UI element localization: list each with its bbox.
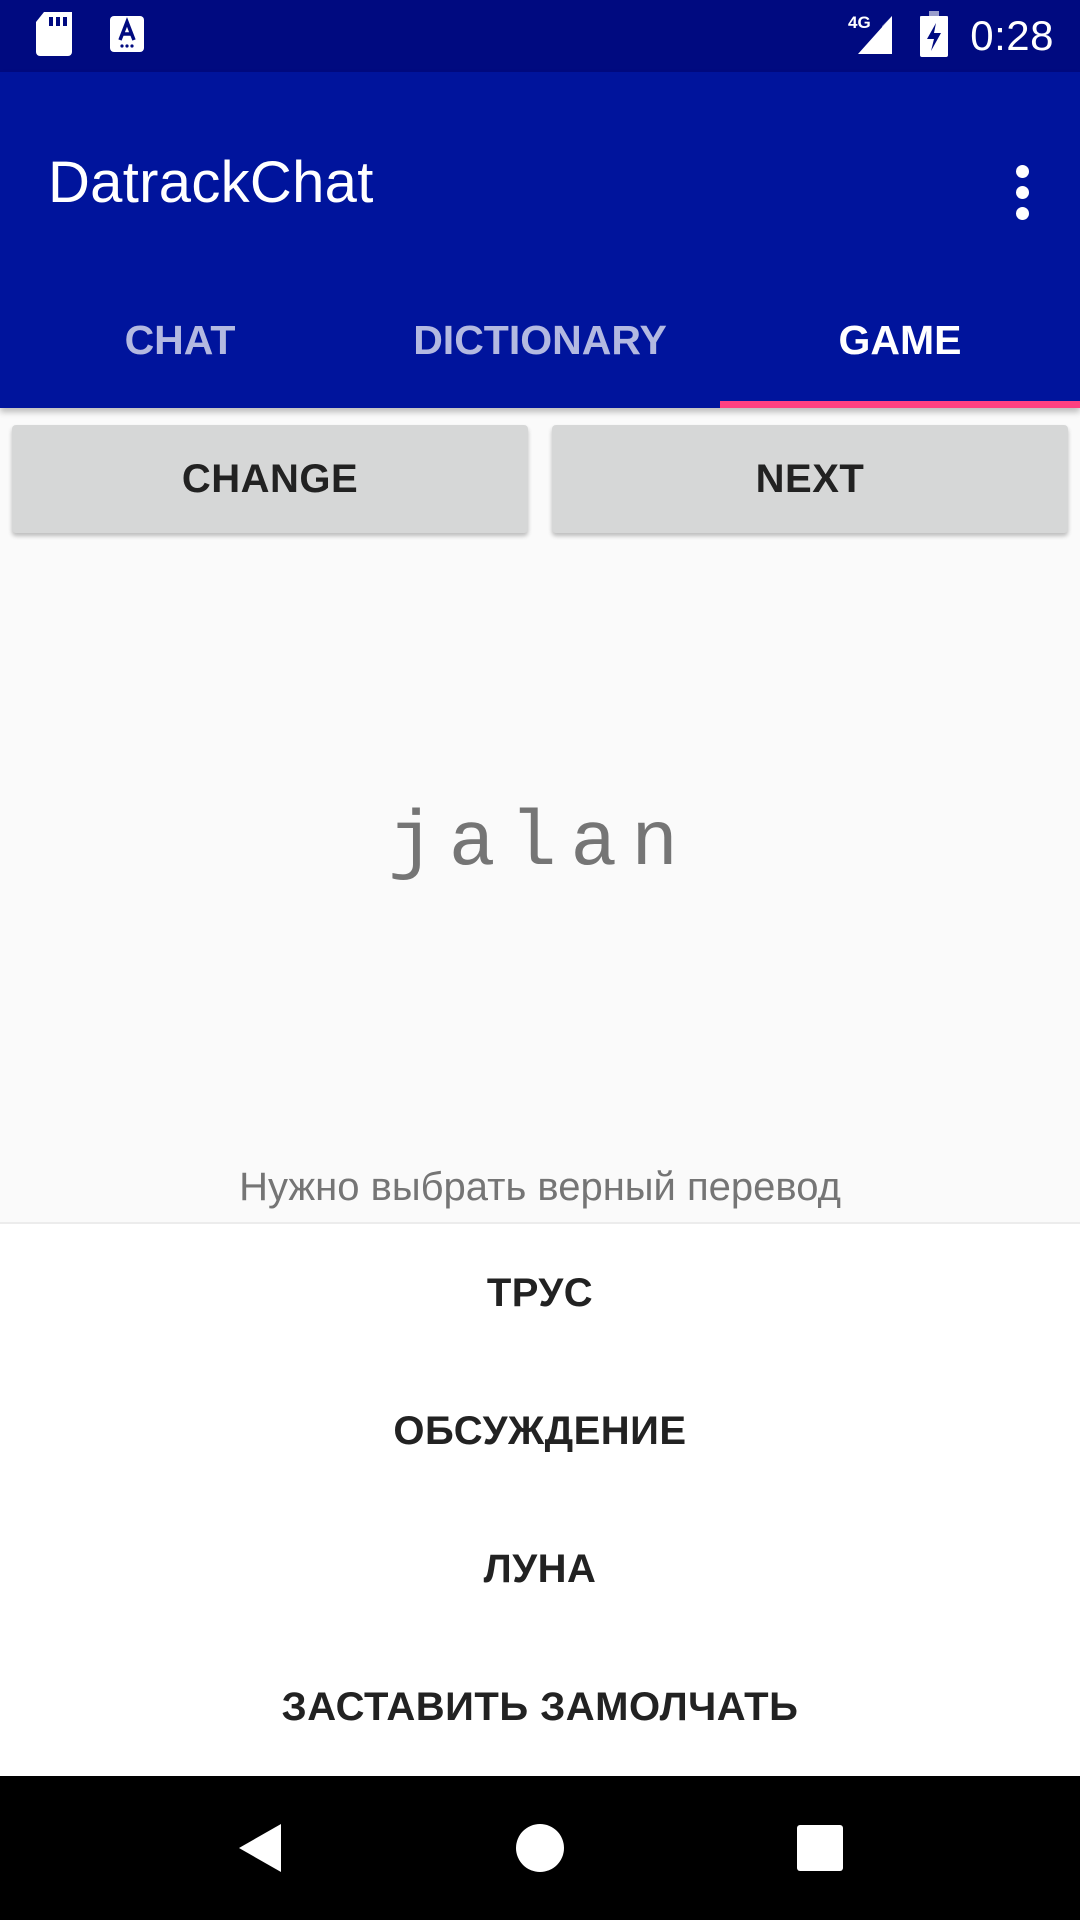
app-bar: DatrackChat CHAT DICTIONARY GAME <box>0 72 1080 408</box>
tab-chat[interactable]: CHAT <box>0 272 360 408</box>
status-right-icons: 4G 0:28 <box>832 10 1054 62</box>
battery-charging-icon <box>920 10 949 62</box>
app-title: DatrackChat <box>48 150 374 215</box>
home-icon[interactable] <box>500 1808 580 1888</box>
recents-icon[interactable] <box>780 1808 860 1888</box>
tab-dictionary[interactable]: DICTIONARY <box>360 272 720 408</box>
answer-option-1[interactable]: ТРУС <box>0 1224 1080 1362</box>
answer-option-4[interactable]: ЗАСТАВИТЬ ЗАМОЛЧАТЬ <box>0 1638 1080 1776</box>
tab-bar: CHAT DICTIONARY GAME <box>0 272 1080 408</box>
sd-card-icon <box>36 11 72 61</box>
overflow-menu-icon[interactable] <box>1000 142 1044 242</box>
answer-option-3[interactable]: ЛУНА <box>0 1500 1080 1638</box>
svg-text:4G: 4G <box>848 13 871 32</box>
status-bar: 4G 0:28 <box>0 0 1080 72</box>
answer-option-2[interactable]: ОБСУЖДЕНИЕ <box>0 1362 1080 1500</box>
tab-game[interactable]: GAME <box>720 272 1080 408</box>
navigation-bar <box>0 1776 1080 1920</box>
keyboard-a-icon <box>110 15 144 57</box>
status-time: 0:28 <box>970 12 1054 59</box>
change-button[interactable]: CHANGE <box>12 425 528 533</box>
back-icon[interactable] <box>220 1808 300 1888</box>
game-prompt: Нужно выбрать верный перевод <box>239 1165 841 1209</box>
next-button[interactable]: NEXT <box>552 425 1068 533</box>
answer-list: ТРУС ОБСУЖДЕНИЕ ЛУНА ЗАСТАВИТЬ ЗАМОЛЧАТЬ <box>0 1222 1080 1776</box>
game-word: jalan <box>387 800 693 888</box>
status-left-icons <box>36 11 182 61</box>
signal-4g-icon: 4G <box>848 12 904 61</box>
